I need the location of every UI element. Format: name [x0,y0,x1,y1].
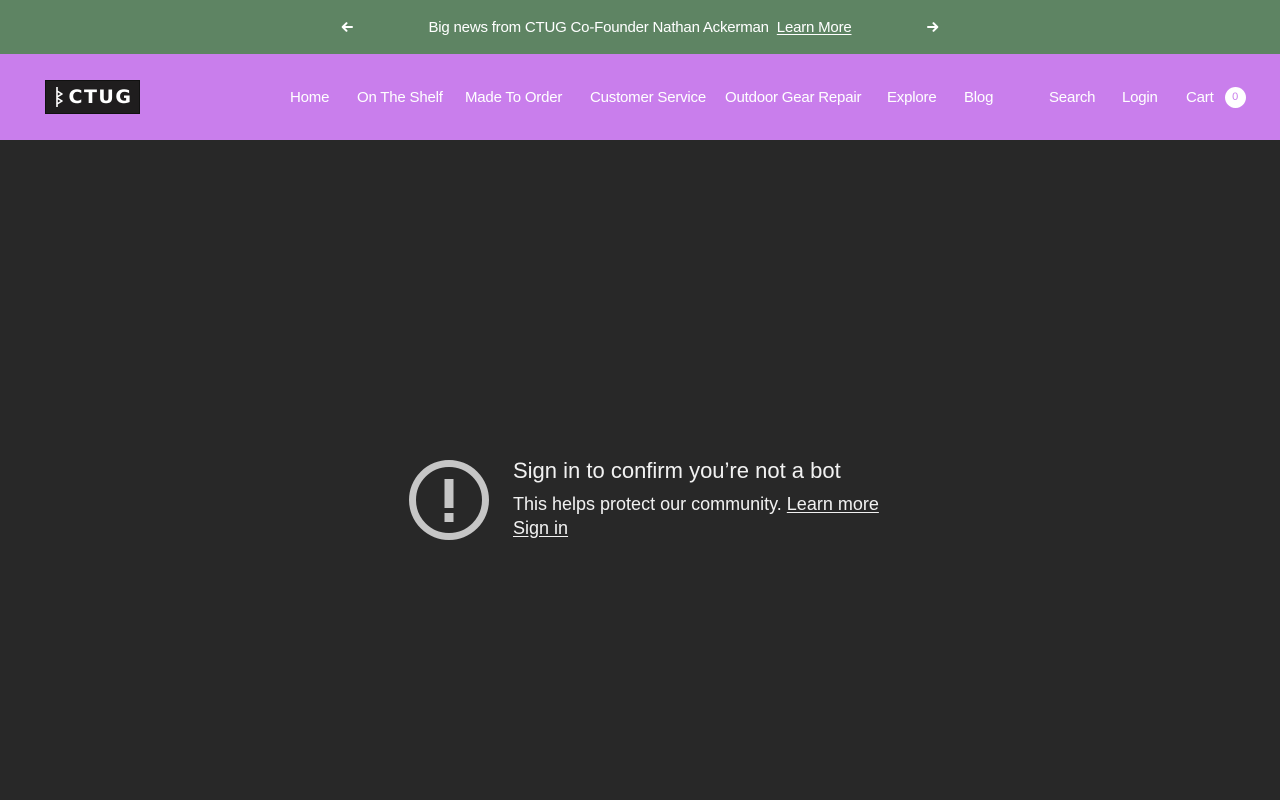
notice-title: Sign in to confirm you’re not a bot [513,458,841,483]
nav-item-made-to-order[interactable]: Made To Order [465,89,562,106]
ctug-logo[interactable]: CTUG [45,80,140,114]
cart-label: Cart [1186,88,1214,106]
logo-text: CTUG [68,86,133,108]
announcement-bar: Big news from CTUG Co-Founder Nathan Ack… [0,0,1280,54]
main-content: Sign in to confirm you’re not a bot This… [0,140,1280,800]
notice-description-text: This helps protect our community. [513,494,782,514]
site-header: CTUG Home On The Shelf Made To Order Cus… [0,54,1280,140]
bot-check-notice: Sign in to confirm you’re not a bot This… [408,458,928,548]
nav-item-explore[interactable]: Explore [887,89,937,106]
cart-link[interactable]: Cart 0 [1186,54,1246,140]
announcement-learn-more-link[interactable]: Learn More [777,19,852,36]
logo-mark-icon [55,87,63,107]
learn-more-link[interactable]: Learn more [787,494,879,514]
arrow-right-icon[interactable] [924,18,942,36]
nav-item-blog[interactable]: Blog [964,89,993,106]
announcement-message: Big news from CTUG Co-Founder Nathan Ack… [0,0,1280,54]
sign-in-link[interactable]: Sign in [513,518,568,539]
login-link[interactable]: Login [1122,54,1158,140]
nav-item-home[interactable]: Home [290,89,329,106]
search-link[interactable]: Search [1049,54,1096,140]
nav-item-outdoor-gear-repair[interactable]: Outdoor Gear Repair [725,89,861,106]
cart-count-badge: 0 [1224,86,1246,108]
nav-item-customer-service[interactable]: Customer Service [590,89,706,106]
exclamation-circle-icon [409,460,489,540]
arrow-left-icon[interactable] [338,18,356,36]
nav-item-on-the-shelf[interactable]: On The Shelf [357,89,443,106]
announcement-text: Big news from CTUG Co-Founder Nathan Ack… [428,18,769,36]
notice-description: This helps protect our community. Learn … [513,494,879,515]
